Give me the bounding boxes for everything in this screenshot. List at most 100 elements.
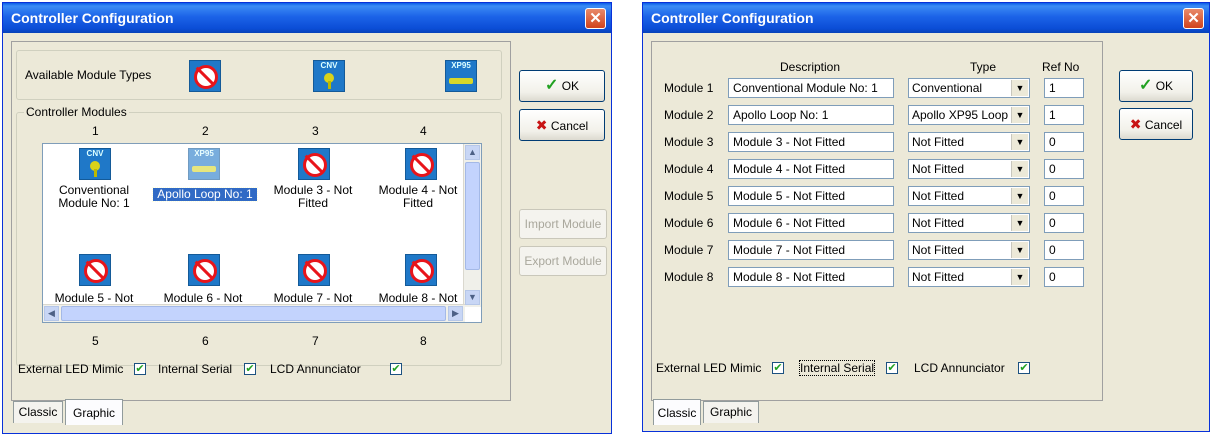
module-2-description-field[interactable]: Apollo Loop No: 1 <box>728 105 894 125</box>
not-fitted-icon[interactable] <box>188 254 220 286</box>
module-5-type-select[interactable]: Not Fitted ▼ <box>908 186 1030 206</box>
tab-classic[interactable]: Classic <box>13 401 63 423</box>
apollo-xp95-icon[interactable]: XP95 <box>188 148 220 180</box>
arrow-right-icon: ▶ <box>452 308 459 318</box>
module-2-type-select[interactable]: Apollo XP95 Loop ▼ <box>908 105 1030 125</box>
ok-check-icon: ✓ <box>544 77 559 94</box>
ok-button[interactable]: ✓ OK <box>519 70 605 102</box>
not-fitted-icon[interactable] <box>298 254 330 286</box>
scroll-left-button[interactable]: ◀ <box>44 306 59 321</box>
horizontal-scrollbar[interactable]: ◀ ▶ <box>43 304 465 322</box>
module-4-type-value: Not Fitted <box>912 162 965 176</box>
column-number-7: 7 <box>312 334 319 348</box>
dropdown-arrow-icon[interactable]: ▼ <box>1011 80 1028 96</box>
module-6-type-select[interactable]: Not Fitted ▼ <box>908 213 1030 233</box>
tab-graphic[interactable]: Graphic <box>703 401 759 423</box>
module-1-type-select[interactable]: Conventional ▼ <box>908 78 1030 98</box>
ok-button[interactable]: ✓ OK <box>1119 70 1193 102</box>
apollo-xp95-icon[interactable]: XP95 <box>445 60 477 92</box>
scroll-down-button[interactable]: ▼ <box>465 290 480 305</box>
available-module-types-group: Available Module Types CNV XP95 <box>16 50 502 100</box>
module-3-type-select[interactable]: Not Fitted ▼ <box>908 132 1030 152</box>
module-4-label[interactable]: Module 4 - Not Fitted <box>375 184 461 210</box>
module-6-ref-field[interactable]: 0 <box>1044 213 1084 233</box>
vertical-scrollbar[interactable]: ▲ ▼ <box>463 144 481 307</box>
not-fitted-icon[interactable] <box>405 148 437 180</box>
module-3-type-value: Not Fitted <box>912 135 965 149</box>
dropdown-arrow-icon[interactable]: ▼ <box>1011 188 1028 204</box>
column-number-3: 3 <box>312 124 319 138</box>
module-8-ref-field[interactable]: 0 <box>1044 267 1084 287</box>
external-led-mimic-checkbox[interactable]: ✔ <box>772 362 784 374</box>
column-number-8: 8 <box>420 334 427 348</box>
dropdown-arrow-icon[interactable]: ▼ <box>1011 215 1028 231</box>
ok-check-icon: ✓ <box>1138 77 1153 94</box>
dropdown-arrow-icon[interactable]: ▼ <box>1011 269 1028 285</box>
module-6-description-field[interactable]: Module 6 - Not Fitted <box>728 213 894 233</box>
export-module-button[interactable]: Export Module <box>519 246 607 276</box>
import-module-button[interactable]: Import Module <box>519 209 607 239</box>
module-3-description-field[interactable]: Module 3 - Not Fitted <box>728 132 894 152</box>
check-icon: ✔ <box>391 363 401 375</box>
controller-configuration-window-graphic: Controller Configuration ✕ Available Mod… <box>2 2 612 434</box>
module-1-ref-field[interactable]: 1 <box>1044 78 1084 98</box>
check-icon: ✔ <box>1019 362 1029 374</box>
module-7-type-select[interactable]: Not Fitted ▼ <box>908 240 1030 260</box>
tab-graphic[interactable]: Graphic <box>65 399 123 425</box>
module-2-label-selected[interactable]: Apollo Loop No: 1 <box>152 187 258 202</box>
tab-classic[interactable]: Classic <box>653 399 701 425</box>
not-fitted-icon[interactable] <box>79 254 111 286</box>
module-8-description-field[interactable]: Module 8 - Not Fitted <box>728 267 894 287</box>
controller-modules-list[interactable]: CNV Conventional Module No: 1 XP95 Apoll… <box>42 143 482 323</box>
available-module-types-label: Available Module Types <box>25 68 152 82</box>
lcd-annunciator-checkbox[interactable]: ✔ <box>390 363 402 375</box>
not-fitted-icon[interactable] <box>298 148 330 180</box>
module-5-description-field[interactable]: Module 5 - Not Fitted <box>728 186 894 206</box>
module-5-type-value: Not Fitted <box>912 189 965 203</box>
scroll-right-button[interactable]: ▶ <box>448 306 463 321</box>
internal-serial-checkbox[interactable]: ✔ <box>886 362 898 374</box>
window-title-bar[interactable]: Controller Configuration ✕ <box>643 3 1209 33</box>
vertical-scroll-thumb[interactable] <box>465 162 480 270</box>
cancel-button[interactable]: ✖ Cancel <box>519 109 605 141</box>
dropdown-arrow-icon[interactable]: ▼ <box>1011 134 1028 150</box>
column-number-6: 6 <box>202 334 209 348</box>
xp95-text: XP95 <box>451 61 471 70</box>
dropdown-arrow-icon[interactable]: ▼ <box>1011 242 1028 258</box>
conventional-module-icon[interactable]: CNV <box>79 148 111 180</box>
cnv-text: CNV <box>86 149 104 158</box>
module-4-type-select[interactable]: Not Fitted ▼ <box>908 159 1030 179</box>
horizontal-scroll-thumb[interactable] <box>61 306 446 321</box>
external-led-mimic-checkbox[interactable]: ✔ <box>134 363 146 375</box>
module-7-ref-field[interactable]: 0 <box>1044 240 1084 260</box>
module-4-description-field[interactable]: Module 4 - Not Fitted <box>728 159 894 179</box>
module-7-row-label: Module 7 <box>664 243 714 257</box>
module-2-ref-field[interactable]: 1 <box>1044 105 1084 125</box>
module-5-ref-field[interactable]: 0 <box>1044 186 1084 206</box>
conventional-module-icon[interactable]: CNV <box>313 60 345 92</box>
module-7-description-field[interactable]: Module 7 - Not Fitted <box>728 240 894 260</box>
close-button[interactable]: ✕ <box>585 8 606 29</box>
not-fitted-icon[interactable] <box>189 60 221 92</box>
dropdown-arrow-icon[interactable]: ▼ <box>1011 107 1028 123</box>
module-8-type-select[interactable]: Not Fitted ▼ <box>908 267 1030 287</box>
column-number-2: 2 <box>202 124 209 138</box>
module-3-ref-field[interactable]: 0 <box>1044 132 1084 152</box>
ref-no-header: Ref No <box>1042 60 1080 74</box>
close-button[interactable]: ✕ <box>1183 8 1204 29</box>
window-title-bar[interactable]: Controller Configuration ✕ <box>3 3 611 33</box>
xp95-text: XP95 <box>194 149 214 158</box>
lcd-annunciator-checkbox[interactable]: ✔ <box>1018 362 1030 374</box>
internal-serial-checkbox[interactable]: ✔ <box>244 363 256 375</box>
close-icon: ✕ <box>1187 10 1200 27</box>
module-4-ref-field[interactable]: 0 <box>1044 159 1084 179</box>
cancel-button[interactable]: ✖ Cancel <box>1119 108 1193 140</box>
module-1-description-field[interactable]: Conventional Module No: 1 <box>728 78 894 98</box>
scroll-up-button[interactable]: ▲ <box>465 145 480 160</box>
lcd-annunciator-label: LCD Annunciator <box>270 362 361 376</box>
module-7-type-value: Not Fitted <box>912 243 965 257</box>
not-fitted-icon[interactable] <box>405 254 437 286</box>
module-1-label[interactable]: Conventional Module No: 1 <box>49 184 139 210</box>
module-3-label[interactable]: Module 3 - Not Fitted <box>268 184 358 210</box>
dropdown-arrow-icon[interactable]: ▼ <box>1011 161 1028 177</box>
